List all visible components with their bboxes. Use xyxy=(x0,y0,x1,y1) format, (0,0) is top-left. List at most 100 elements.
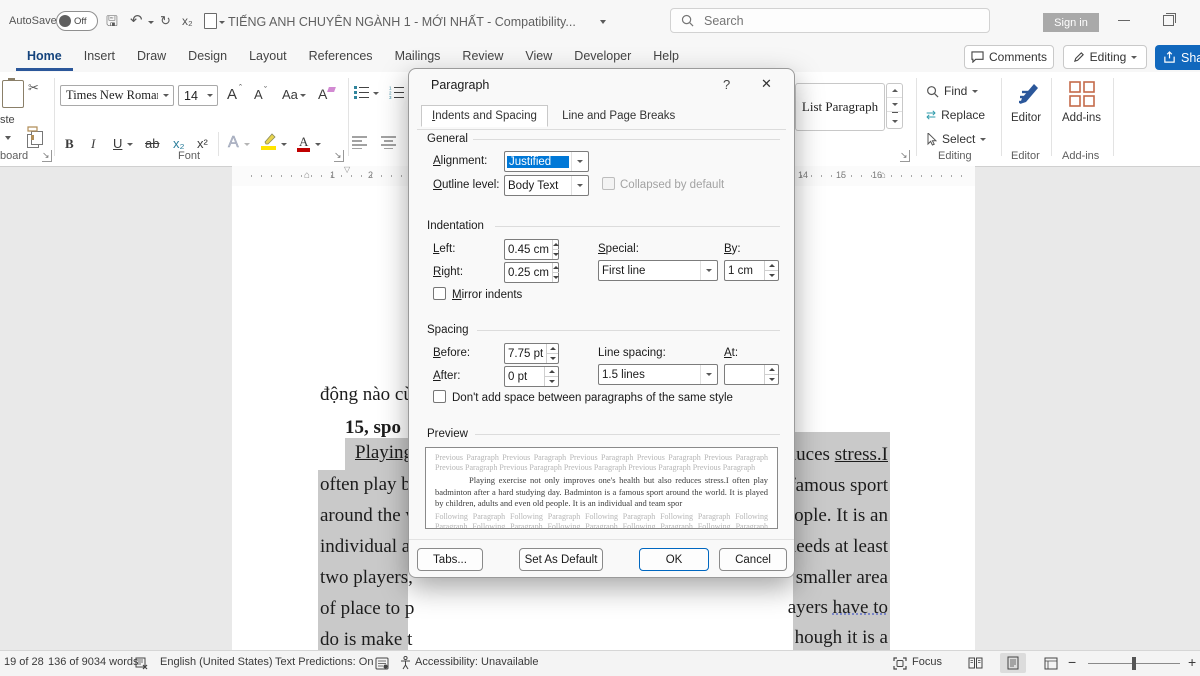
spin-up-icon[interactable] xyxy=(547,344,558,354)
align-left-icon[interactable] xyxy=(352,136,368,149)
font-name-chevron-icon[interactable] xyxy=(158,86,173,105)
by-spinner[interactable]: 1 cm xyxy=(724,260,779,281)
bullet-list-icon[interactable] xyxy=(354,85,370,99)
indent-right-spinner[interactable]: 0.25 cm xyxy=(504,262,559,283)
sign-in-button[interactable]: Sign in xyxy=(1043,13,1099,32)
tab-indents-and-spacing[interactable]: Indents and Spacing xyxy=(421,105,548,127)
subscript-quick-icon[interactable]: x₂ xyxy=(182,14,193,28)
focus-icon[interactable] xyxy=(893,657,907,670)
highlighter-chevron-icon[interactable] xyxy=(281,143,287,146)
autosave-toggle[interactable]: Off xyxy=(56,11,98,31)
spin-up-icon[interactable] xyxy=(765,365,778,375)
tab-help[interactable]: Help xyxy=(642,44,690,68)
redo-icon[interactable] xyxy=(160,11,171,31)
add-ins-icon[interactable] xyxy=(1068,80,1096,108)
spin-down-icon[interactable] xyxy=(547,354,558,363)
zoom-in-button[interactable]: + xyxy=(1188,654,1196,670)
paste-quick-icon[interactable] xyxy=(204,13,217,29)
spin-up-icon[interactable] xyxy=(553,240,559,250)
restore-icon[interactable] xyxy=(1163,15,1174,26)
tab-draw[interactable]: Draw xyxy=(126,44,177,68)
cancel-button[interactable]: Cancel xyxy=(719,548,787,571)
accessibility-status[interactable]: Accessibility: Unavailable xyxy=(415,656,539,668)
styles-dialog-launcher-icon[interactable] xyxy=(900,150,910,161)
tab-view[interactable]: View xyxy=(514,44,563,68)
styles-up-icon[interactable] xyxy=(887,84,902,98)
spin-up-icon[interactable] xyxy=(545,367,558,377)
superscript-button[interactable]: x² xyxy=(197,136,208,151)
clear-formatting-button[interactable]: A xyxy=(318,86,327,102)
print-layout-button[interactable] xyxy=(1000,653,1026,673)
text-predictions[interactable]: Text Predictions: On xyxy=(275,656,373,668)
special-chevron-icon[interactable] xyxy=(700,261,717,280)
dont-add-space-checkbox[interactable] xyxy=(433,390,446,403)
indent-left-spinner[interactable]: 0.45 cm xyxy=(504,239,559,260)
special-combo[interactable]: First line xyxy=(598,260,718,281)
spin-down-icon[interactable] xyxy=(765,271,778,280)
editor-status-icon[interactable] xyxy=(375,657,389,670)
align-center-icon[interactable] xyxy=(381,136,397,149)
format-painter-icon[interactable] xyxy=(25,126,40,141)
spin-down-icon[interactable] xyxy=(765,375,778,384)
bullet-list-chevron-icon[interactable] xyxy=(373,92,379,95)
spin-down-icon[interactable] xyxy=(545,377,558,386)
spin-down-icon[interactable] xyxy=(553,250,559,259)
italic-button[interactable]: I xyxy=(91,136,95,152)
numbered-list-icon[interactable]: 123 xyxy=(389,85,405,99)
after-spinner[interactable]: 0 pt xyxy=(504,366,559,387)
style-list-paragraph[interactable]: List Paragraph xyxy=(795,83,885,131)
tab-insert[interactable]: Insert xyxy=(73,44,126,68)
bold-button[interactable]: B xyxy=(65,136,74,152)
subscript-button[interactable]: x₂ xyxy=(173,136,185,151)
tab-developer[interactable]: Developer xyxy=(563,44,642,68)
underline-button[interactable]: U xyxy=(113,136,122,151)
change-case-chevron-icon[interactable] xyxy=(300,94,306,97)
alignment-chevron-icon[interactable] xyxy=(571,152,588,171)
close-button[interactable]: ✕ xyxy=(761,76,772,92)
alignment-combo[interactable]: Justified xyxy=(504,151,589,172)
tab-references[interactable]: References xyxy=(298,44,384,68)
font-color-chevron-icon[interactable] xyxy=(315,143,321,146)
focus-label[interactable]: Focus xyxy=(912,656,942,668)
font-dialog-launcher-icon[interactable] xyxy=(334,150,344,161)
paste-chevron-icon[interactable] xyxy=(5,136,11,140)
styles-scroll-arrows[interactable] xyxy=(886,83,903,129)
styles-down-icon[interactable] xyxy=(887,98,902,112)
web-layout-button[interactable] xyxy=(1038,653,1064,673)
at-spinner[interactable] xyxy=(724,364,779,385)
highlighter-icon[interactable] xyxy=(262,132,277,145)
add-ins-button-label[interactable]: Add-ins xyxy=(1062,112,1101,124)
tab-home[interactable]: Home xyxy=(16,44,73,71)
line-spacing-chevron-icon[interactable] xyxy=(700,365,717,384)
editor-button-label[interactable]: Editor xyxy=(1011,112,1041,124)
change-case-button[interactable]: Aa xyxy=(282,87,298,102)
styles-more-icon[interactable] xyxy=(887,112,902,128)
accessibility-icon[interactable] xyxy=(400,656,411,670)
text-effects-chevron-icon[interactable] xyxy=(244,143,250,146)
tab-mailings[interactable]: Mailings xyxy=(384,44,452,68)
word-count[interactable]: 136 of 9034 words xyxy=(48,656,139,668)
spin-down-icon[interactable] xyxy=(553,273,559,282)
comments-button[interactable]: Comments xyxy=(964,45,1054,69)
tab-review[interactable]: Review xyxy=(451,44,514,68)
read-mode-button[interactable] xyxy=(962,653,988,673)
paste-quick-chevron-icon[interactable] xyxy=(219,21,225,24)
help-button[interactable]: ? xyxy=(723,77,730,92)
select-button[interactable]: Select xyxy=(926,132,986,146)
text-effects-button[interactable]: A xyxy=(228,134,239,152)
replace-button[interactable]: ⇄ Replace xyxy=(926,108,985,122)
grow-font-button[interactable]: A xyxy=(227,86,237,103)
font-name-combo[interactable]: Times New Roman xyxy=(60,85,174,106)
tab-layout[interactable]: Layout xyxy=(238,44,298,68)
paste-icon[interactable] xyxy=(2,80,24,108)
before-spinner[interactable]: 7.75 pt xyxy=(504,343,559,364)
tab-design[interactable]: Design xyxy=(177,44,238,68)
outline-chevron-icon[interactable] xyxy=(571,176,588,195)
underline-chevron-icon[interactable] xyxy=(127,143,133,146)
tabs-button[interactable]: Tabs... xyxy=(417,548,483,571)
title-chevron-icon[interactable] xyxy=(600,20,606,24)
share-button[interactable]: Share xyxy=(1155,45,1200,70)
language-indicator[interactable]: English (United States) xyxy=(160,656,273,668)
tab-line-and-page-breaks[interactable]: Line and Page Breaks xyxy=(551,105,686,127)
line-spacing-combo[interactable]: 1.5 lines xyxy=(598,364,718,385)
